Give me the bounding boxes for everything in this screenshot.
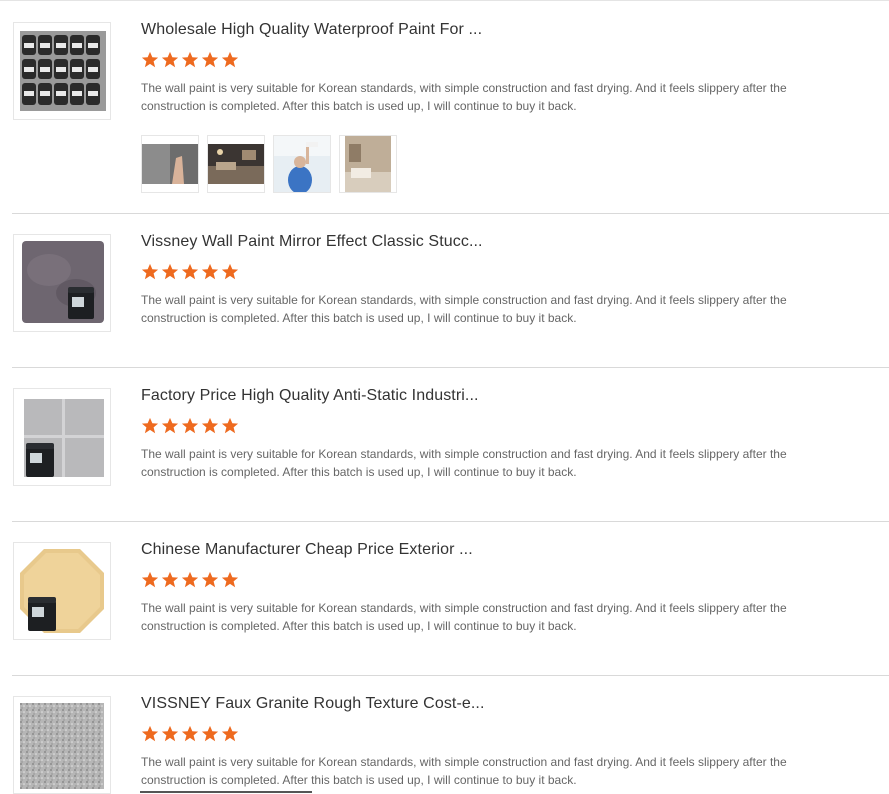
review-divider (12, 213, 889, 214)
star-icon (201, 51, 219, 68)
review-text: The wall paint is very suitable for Kore… (141, 755, 787, 787)
stucco-swatch-bucket-image (14, 235, 110, 331)
review-text: The wall paint is very suitable for Kore… (141, 601, 787, 633)
product-thumbnail[interactable] (13, 696, 111, 794)
product-title-link[interactable]: Chinese Manufacturer Cheap Price Exterio… (141, 541, 473, 559)
star-icon (161, 263, 179, 280)
star-icon (201, 571, 219, 588)
product-thumbnail[interactable] (13, 542, 111, 640)
review-photo-gallery (141, 135, 397, 193)
product-title-link[interactable]: Vissney Wall Paint Mirror Effect Classic… (141, 233, 483, 251)
review-divider (12, 521, 889, 522)
star-icon (221, 725, 239, 742)
star-icon (181, 51, 199, 68)
product-thumbnail[interactable] (13, 234, 111, 332)
star-icon (161, 417, 179, 434)
star-icon (201, 263, 219, 280)
painter-roller-image (274, 136, 330, 192)
star-icon (141, 263, 159, 280)
star-icon (201, 417, 219, 434)
review-divider (12, 367, 889, 368)
product-title-link[interactable]: Wholesale High Quality Waterproof Paint … (141, 21, 482, 39)
star-icon (161, 571, 179, 588)
review-photo[interactable] (273, 135, 331, 193)
star-rating (141, 263, 239, 281)
star-rating (141, 725, 239, 743)
top-divider (0, 0, 889, 1)
review-text: The wall paint is very suitable for Kore… (141, 293, 787, 325)
star-icon (141, 571, 159, 588)
star-icon (181, 571, 199, 588)
star-icon (201, 725, 219, 742)
star-icon (181, 263, 199, 280)
review-text: The wall paint is very suitable for Kore… (141, 447, 787, 479)
granite-texture-swatch-image (14, 697, 110, 793)
product-title-link[interactable]: VISSNEY Faux Granite Rough Texture Cost-… (141, 695, 485, 713)
pagination-underline (140, 791, 312, 793)
paint-buckets-stack-image (14, 23, 110, 119)
star-rating (141, 571, 239, 589)
star-icon (221, 571, 239, 588)
star-icon (221, 51, 239, 68)
star-icon (181, 417, 199, 434)
star-icon (161, 51, 179, 68)
wall-paint-hand-image (142, 144, 198, 184)
star-icon (221, 263, 239, 280)
star-icon (181, 725, 199, 742)
beige-octagon-swatch-bucket-image (14, 543, 110, 639)
product-title-link[interactable]: Factory Price High Quality Anti-Static I… (141, 387, 479, 405)
review-divider (12, 675, 889, 676)
review-photo[interactable] (207, 135, 265, 193)
product-thumbnail[interactable] (13, 388, 111, 486)
star-icon (221, 417, 239, 434)
living-room-image (208, 144, 264, 184)
review-photo[interactable] (339, 135, 397, 193)
star-icon (141, 725, 159, 742)
star-icon (141, 417, 159, 434)
review-text: The wall paint is very suitable for Kore… (141, 81, 787, 113)
star-icon (141, 51, 159, 68)
star-rating (141, 417, 239, 435)
star-icon (161, 725, 179, 742)
star-rating (141, 51, 239, 69)
product-thumbnail[interactable] (13, 22, 111, 120)
interior-room-image (345, 136, 391, 192)
grey-tile-swatch-bucket-image (14, 389, 110, 485)
review-photo[interactable] (141, 135, 199, 193)
